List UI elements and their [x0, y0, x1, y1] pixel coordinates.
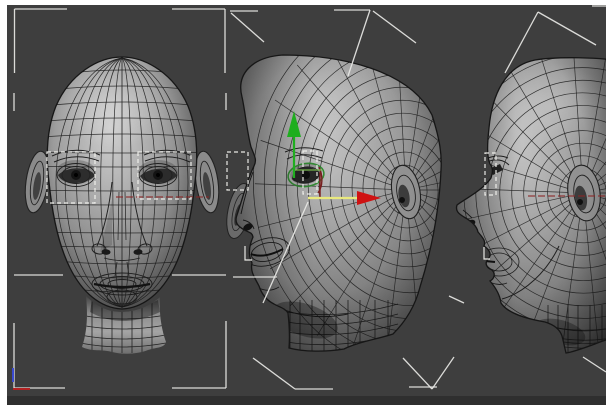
viewport-3d-scene[interactable] — [7, 0, 612, 405]
viewport-canvas[interactable] — [0, 0, 612, 412]
window-frame — [0, 0, 612, 412]
viewport-bottom-strip — [7, 396, 606, 405]
